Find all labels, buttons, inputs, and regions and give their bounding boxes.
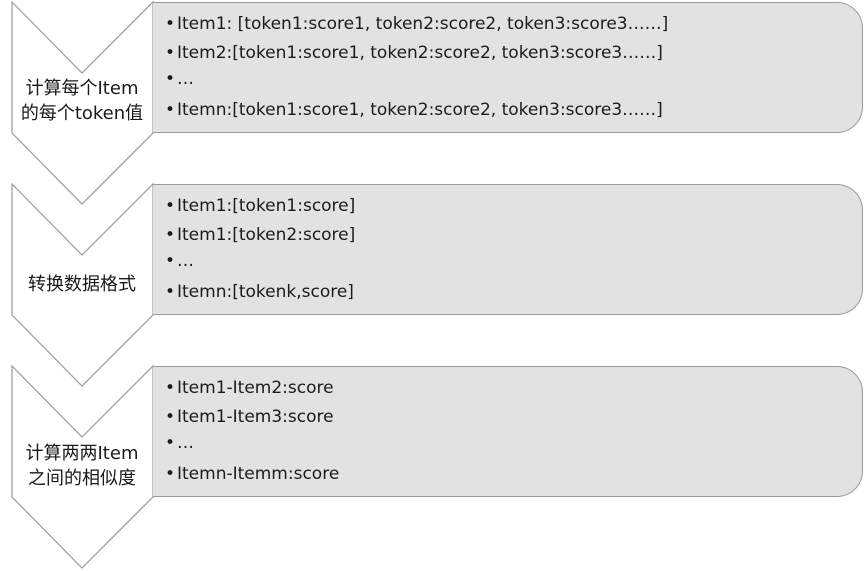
step-3-panel: • Item1-Item2:score • Item1-Item3:score •…… xyxy=(153,366,863,497)
step-2-label-line-1: 转换数据格式 xyxy=(28,274,136,295)
list-item: • Item1: [token1:score1, token2:score2, t… xyxy=(165,14,669,34)
list-item: •… xyxy=(165,433,194,453)
step-1-label: 计算每个Item 的每个token值 xyxy=(12,76,152,126)
list-item: •… xyxy=(165,251,194,271)
list-item: • Itemn-Itemm:score xyxy=(165,464,340,484)
list-item: • Item2:[token1:score1, token2:score2, to… xyxy=(165,43,663,63)
step-1-label-line-1: 计算每个Item xyxy=(25,78,139,99)
step-3-label-line-1: 计算两两Item xyxy=(25,443,139,464)
list-item: • Item1-Item3:score xyxy=(165,407,334,427)
list-item: • Item1:[token1:score] xyxy=(165,196,356,216)
list-item: • Item1-Item2:score xyxy=(165,378,334,398)
list-item: •… xyxy=(165,69,194,89)
step-2-panel: • Item1:[token1:score] • Item1:[token2:sco… xyxy=(153,184,863,315)
step-1-label-line-2: 的每个token值 xyxy=(20,103,144,124)
list-item: • Itemn:[token1:score1, token2:score2, to… xyxy=(165,100,663,120)
list-item: • Item1:[token2:score] xyxy=(165,225,356,245)
list-item: • Itemn:[tokenk,score] xyxy=(165,282,354,302)
step-2-label: 转换数据格式 xyxy=(12,272,152,297)
step-1-panel: • Item1: [token1:score1, token2:score2, t… xyxy=(153,2,863,133)
step-3-label-line-2: 之间的相似度 xyxy=(28,468,136,489)
step-3-label: 计算两两Item 之间的相似度 xyxy=(12,441,152,491)
